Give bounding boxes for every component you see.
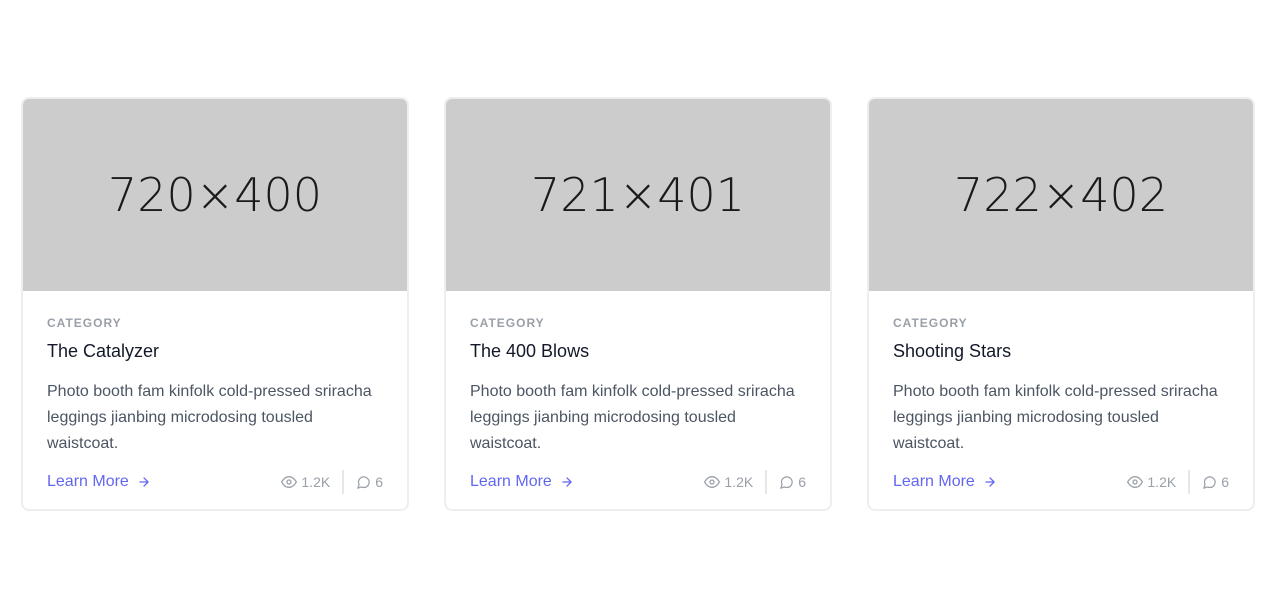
card-title: The 400 Blows <box>470 341 590 361</box>
card-grid: 720×400 CATEGORY The Catalyzer Photo boo… <box>21 97 1255 511</box>
card-footer: Learn More 1.2K 6 <box>47 469 383 495</box>
eye-icon <box>281 476 298 488</box>
card-category: CATEGORY <box>893 316 968 330</box>
stats-divider <box>765 470 768 494</box>
views-stat: 1.2K <box>704 474 753 490</box>
learn-more-label: Learn More <box>893 473 975 490</box>
learn-more-label: Learn More <box>470 473 552 490</box>
card: 722×402 CATEGORY Shooting Stars Photo bo… <box>867 97 1255 511</box>
arrow-right-icon <box>562 477 572 487</box>
views-count: 1.2K <box>1147 474 1177 490</box>
image-dimensions-label: 720×400 <box>107 168 323 222</box>
views-count: 1.2K <box>301 474 331 490</box>
stats-divider <box>1188 470 1191 494</box>
card-image-placeholder: 721×401 <box>446 99 830 291</box>
views-stat: 1.2K <box>281 474 330 490</box>
card-footer: Learn More 1.2K 6 <box>470 469 806 495</box>
comments-stat: 6 <box>779 474 806 490</box>
card-title: Shooting Stars <box>893 341 1012 361</box>
arrow-right-icon <box>139 477 149 487</box>
card-stats: 1.2K 6 <box>1127 470 1229 494</box>
comments-stat: 6 <box>356 474 383 490</box>
image-dimensions-label: 722×402 <box>953 168 1169 222</box>
eye-icon <box>704 476 721 488</box>
eye-icon <box>1127 476 1144 488</box>
card-category: CATEGORY <box>47 316 122 330</box>
card: 720×400 CATEGORY The Catalyzer Photo boo… <box>21 97 409 511</box>
comments-count: 6 <box>1221 474 1229 490</box>
card-image-placeholder: 722×402 <box>869 99 1253 291</box>
comments-count: 6 <box>375 474 383 490</box>
comment-icon <box>780 475 793 489</box>
image-dimensions-label: 721×401 <box>530 168 746 222</box>
card-category: CATEGORY <box>470 316 545 330</box>
learn-more-link[interactable]: Learn More <box>47 473 151 491</box>
card: 721×401 CATEGORY The 400 Blows Photo boo… <box>444 97 832 511</box>
card-description: Photo booth fam kinfolk cold-pressed sri… <box>47 383 372 452</box>
card-image-placeholder: 720×400 <box>23 99 407 291</box>
views-stat: 1.2K <box>1127 474 1176 490</box>
stats-divider <box>342 470 345 494</box>
learn-more-label: Learn More <box>47 473 129 490</box>
learn-more-link[interactable]: Learn More <box>893 473 997 491</box>
card-description: Photo booth fam kinfolk cold-pressed sri… <box>893 383 1218 452</box>
card-stats: 1.2K 6 <box>704 470 806 494</box>
views-count: 1.2K <box>724 474 754 490</box>
comment-icon <box>1203 475 1216 489</box>
comment-icon <box>357 475 370 489</box>
card-title: The Catalyzer <box>47 341 160 361</box>
arrow-right-icon <box>985 477 995 487</box>
card-stats: 1.2K 6 <box>281 470 383 494</box>
comments-stat: 6 <box>1202 474 1229 490</box>
comments-count: 6 <box>798 474 806 490</box>
card-footer: Learn More 1.2K 6 <box>893 469 1229 495</box>
learn-more-link[interactable]: Learn More <box>470 473 574 491</box>
card-description: Photo booth fam kinfolk cold-pressed sri… <box>470 383 795 452</box>
